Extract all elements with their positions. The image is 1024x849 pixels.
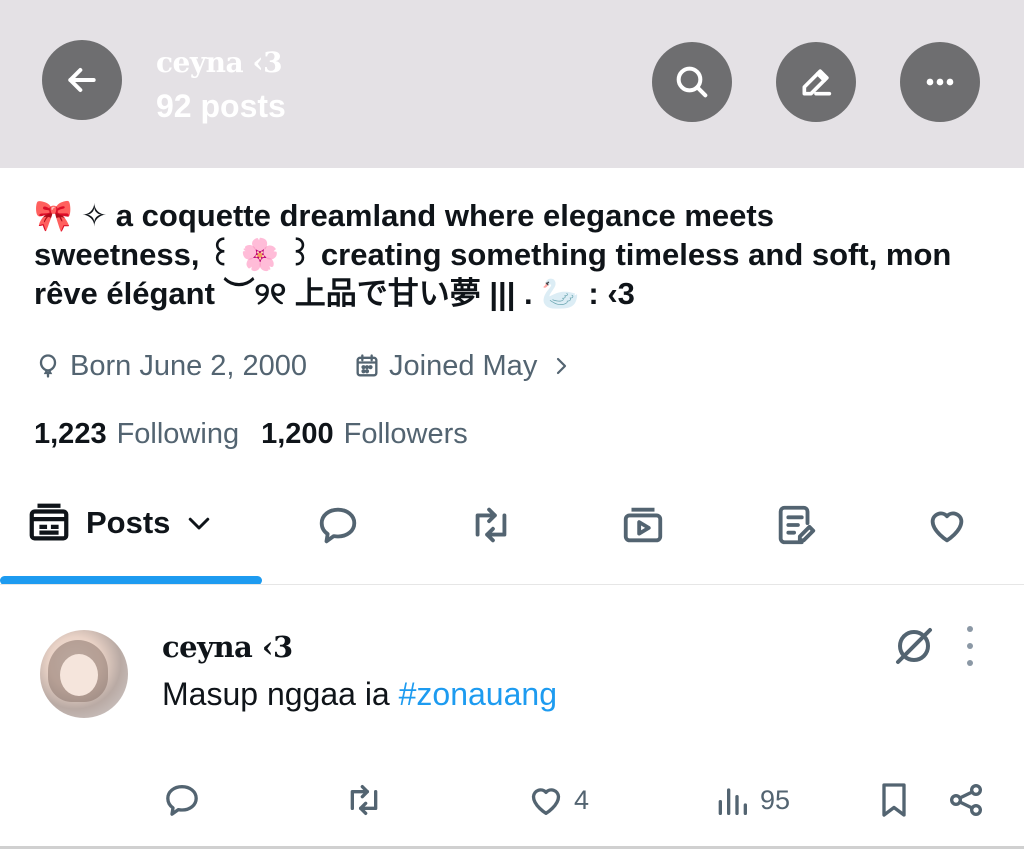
posts-icon: [29, 503, 69, 541]
search-button[interactable]: [652, 42, 732, 122]
tab-posts[interactable]: Posts: [26, 500, 214, 546]
tweet-more-button[interactable]: [958, 626, 982, 666]
bookmark-button[interactable]: [874, 778, 914, 822]
tab-media[interactable]: [618, 500, 668, 550]
edit-button[interactable]: [776, 42, 856, 122]
bio-line-3: rêve élégant ︶୨୧ 上品で甘い夢 ||| . 🦢 : ‹3: [34, 276, 635, 311]
birthday-item: Born June 2, 2000: [34, 350, 307, 383]
birthday-text: Born June 2, 2000: [70, 349, 308, 382]
bio-line-2: sweetness, ꒰ 🌸 ꒱ creating something time…: [34, 237, 952, 272]
followers-label[interactable]: Followers: [344, 418, 468, 451]
back-button[interactable]: [42, 40, 122, 120]
tab-reposts[interactable]: [466, 500, 516, 550]
following-count[interactable]: 1,223: [34, 418, 107, 451]
profile-header: ceyna ‹3 92 posts: [0, 0, 1024, 168]
like-button[interactable]: 4: [526, 778, 589, 822]
balloon-icon: [39, 354, 57, 378]
follow-stats: 1,223 Following 1,200 Followers: [34, 418, 490, 451]
tab-replies[interactable]: [313, 500, 363, 550]
header-username: ceyna ‹3: [156, 46, 283, 79]
media-icon: [623, 507, 663, 543]
joined-item[interactable]: Joined May: [353, 350, 573, 383]
reply-icon: [166, 785, 198, 816]
followers-count[interactable]: 1,200: [261, 418, 334, 451]
tweet-author-name[interactable]: ceyna ‹3: [162, 630, 293, 664]
joined-text: Joined May: [389, 349, 538, 382]
views-button[interactable]: 95: [712, 778, 790, 822]
bookmark-icon: [882, 783, 906, 817]
articles-icon: [778, 505, 816, 545]
tab-likes[interactable]: [922, 500, 972, 550]
more-button[interactable]: [900, 42, 980, 122]
reply-button[interactable]: [162, 778, 202, 822]
tabs-divider: [0, 584, 1024, 585]
tweet-hashtag[interactable]: #zonauang: [399, 676, 557, 712]
search-icon: [676, 66, 708, 98]
edit-icon: [802, 69, 832, 96]
repost-button[interactable]: [344, 778, 384, 822]
profile-tabs: Posts: [0, 490, 1024, 560]
tweet-text: Masup nggaa ia #zonauang: [162, 676, 557, 713]
reposts-icon: [475, 507, 507, 543]
following-label[interactable]: Following: [117, 418, 240, 451]
avatar[interactable]: [40, 630, 128, 718]
grok-icon[interactable]: [890, 622, 938, 670]
chevron-right-icon: [557, 357, 567, 375]
chevron-down-icon: [189, 517, 210, 530]
tab-posts-label: Posts: [86, 505, 171, 540]
likes-icon: [930, 511, 964, 543]
more-icon: [926, 78, 954, 86]
views-icon: [718, 788, 747, 815]
bio-line-1: 🎀 ✧ a coquette dreamland where elegance …: [34, 198, 774, 233]
tab-articles[interactable]: [771, 500, 821, 550]
profile-bio: 🎀 ✧ a coquette dreamland where elegance …: [34, 196, 1004, 313]
repost-icon: [350, 785, 378, 815]
share-icon: [950, 784, 982, 816]
share-button[interactable]: [946, 778, 986, 822]
calendar-icon: [356, 354, 378, 377]
header-post-count: 92 posts: [156, 88, 286, 124]
heart-icon: [531, 788, 561, 815]
profile-meta: Born June 2, 2000 Joined May: [34, 346, 573, 386]
view-count: 95: [760, 784, 791, 815]
tweet-body: Masup nggaa ia: [162, 676, 399, 712]
back-arrow-icon: [68, 68, 96, 92]
like-count: 4: [574, 784, 590, 815]
replies-icon: [319, 507, 357, 544]
